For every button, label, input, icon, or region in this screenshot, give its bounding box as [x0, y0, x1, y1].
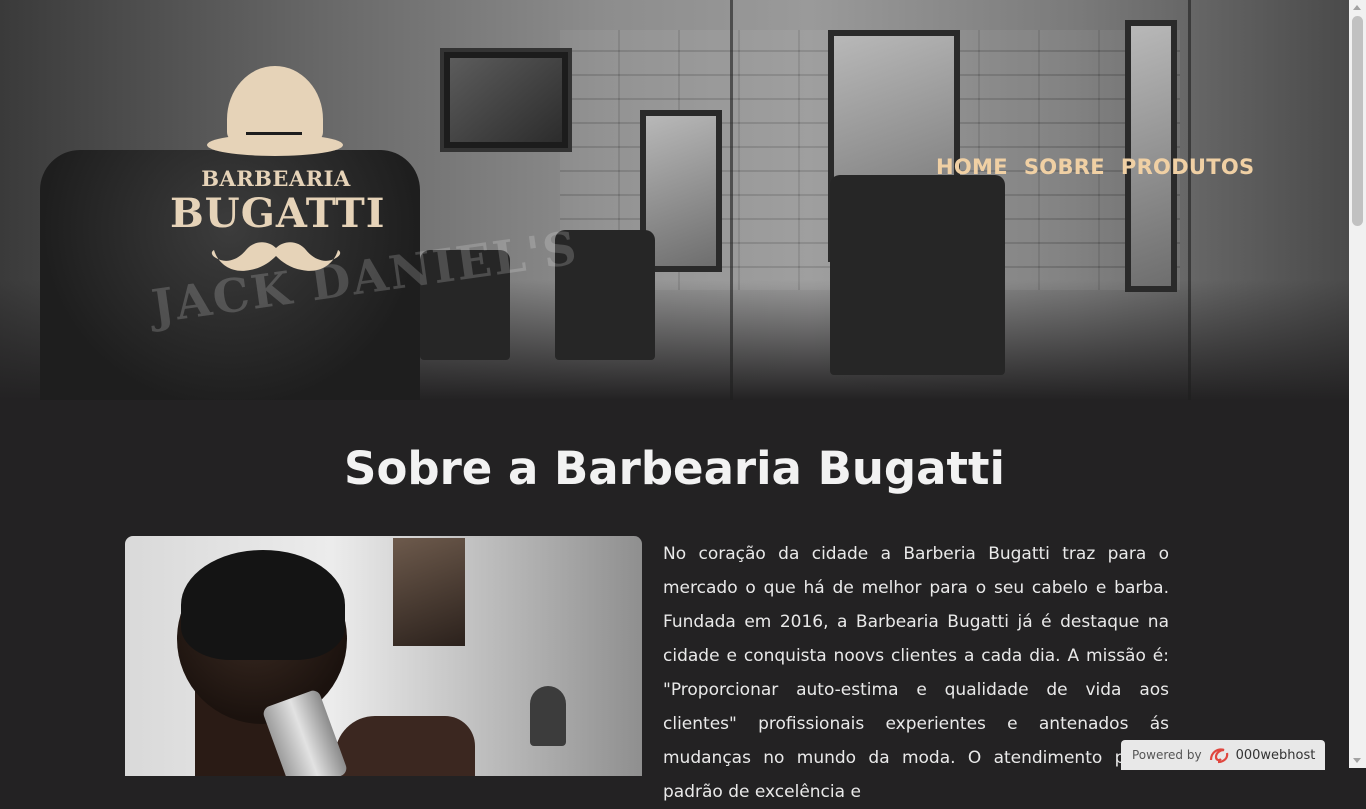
scroll-down-arrow-icon[interactable]	[1353, 758, 1361, 763]
powered-by-label: Powered by	[1132, 748, 1202, 762]
logo[interactable]: BARBEARIA BUGATTI	[170, 62, 386, 278]
main-nav: HOME SOBRE PRODUTOS	[936, 155, 1254, 179]
background-person	[530, 686, 566, 746]
wall-poster	[393, 538, 465, 646]
bowler-hat-icon	[227, 66, 323, 142]
client-hair	[181, 550, 345, 660]
tv-screen	[440, 48, 572, 152]
scroll-up-arrow-icon[interactable]	[1353, 5, 1361, 10]
pole	[730, 0, 733, 400]
about-text: No coração da cidade a Barberia Bugatti …	[663, 544, 1169, 802]
scrollbar-thumb[interactable]	[1352, 16, 1363, 226]
about-title: Sobre a Barbearia Bugatti	[344, 442, 1005, 495]
pole	[1188, 0, 1191, 400]
nav-sobre[interactable]: SOBRE	[1024, 155, 1105, 179]
bowler-hat-band	[246, 132, 302, 135]
mustache-icon	[211, 242, 341, 271]
barber-hand	[335, 716, 475, 776]
000webhost-logo-icon	[1209, 748, 1228, 764]
logo-line2: BUGATTI	[170, 190, 386, 237]
scrollbar[interactable]	[1349, 0, 1366, 768]
powered-by-badge[interactable]: Powered by 000webhost	[1121, 740, 1325, 770]
barber-photo	[125, 536, 642, 776]
barber-chair	[830, 175, 1005, 375]
nav-produtos[interactable]: PRODUTOS	[1121, 155, 1255, 179]
bowler-hat-brim	[207, 134, 343, 156]
nav-home[interactable]: HOME	[936, 155, 1008, 179]
host-name: 000webhost	[1235, 747, 1316, 763]
logo-line1: BARBEARIA	[201, 166, 351, 191]
